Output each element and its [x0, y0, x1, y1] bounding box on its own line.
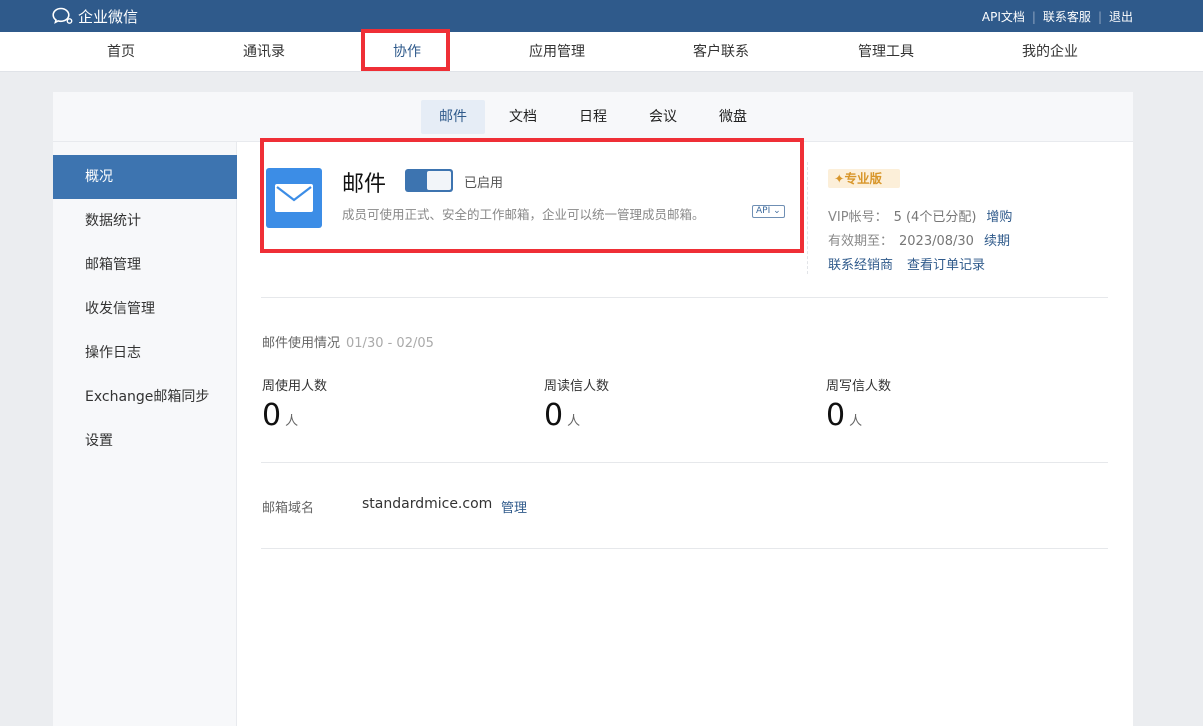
- sidebar-item-exchange[interactable]: Exchange邮箱同步: [53, 375, 237, 419]
- nav-contacts[interactable]: 通讯录: [243, 32, 285, 72]
- sidebar-item-settings[interactable]: 设置: [53, 419, 237, 463]
- vip-account-value: 5 (4个已分配): [893, 210, 977, 225]
- sidebar-item-overview[interactable]: 概况: [53, 155, 237, 199]
- support-link[interactable]: 联系客服: [1043, 8, 1091, 25]
- order-records-link[interactable]: 查看订单记录: [907, 258, 985, 273]
- nav-tools[interactable]: 管理工具: [858, 32, 914, 72]
- nav-home[interactable]: 首页: [107, 32, 135, 72]
- stat-label: 周使用人数: [262, 379, 328, 394]
- sub-nav: 邮件 文档 日程 会议 微盘: [53, 92, 1133, 142]
- tab-schedule[interactable]: 日程: [561, 100, 625, 134]
- toggle-knob: [427, 171, 451, 190]
- usage-date-range: 01/30 - 02/05: [346, 336, 434, 351]
- mail-title: 邮件: [342, 172, 387, 197]
- sparkle-icon: ✦: [834, 171, 845, 186]
- app-name: 企业微信: [78, 7, 139, 26]
- wecom-logo-icon: [52, 7, 73, 24]
- stat-unit: 人: [285, 414, 299, 429]
- stat-weekly-writers: 周写信人数 0人: [826, 375, 891, 433]
- section-divider: [261, 297, 1108, 298]
- nav-apps[interactable]: 应用管理: [529, 32, 585, 72]
- domain-manage-link[interactable]: 管理: [501, 497, 527, 516]
- nav-company[interactable]: 我的企业: [1022, 32, 1078, 72]
- badge-label: 专业版: [844, 171, 882, 186]
- main-nav: 首页 通讯录 协作 应用管理 客户联系 管理工具 我的企业: [0, 32, 1203, 72]
- buy-more-link[interactable]: 增购: [986, 210, 1012, 225]
- stat-weekly-readers: 周读信人数 0人: [544, 375, 609, 433]
- vertical-divider: [807, 162, 808, 274]
- valid-until-label: 有效期至：: [828, 234, 894, 249]
- vip-links-row: 联系经销商 查看订单记录: [828, 254, 999, 273]
- tab-meeting[interactable]: 会议: [631, 100, 695, 134]
- tab-mail[interactable]: 邮件: [421, 100, 485, 134]
- stat-weekly-users: 周使用人数 0人: [262, 375, 327, 433]
- usage-title-row: 邮件使用情况 01/30 - 02/05: [262, 332, 434, 351]
- app-logo[interactable]: 企业微信: [52, 6, 138, 26]
- mail-description: 成员可使用正式、安全的工作邮箱，企业可以统一管理成员邮箱。: [342, 207, 705, 222]
- valid-until-value: 2023/08/30: [899, 234, 974, 249]
- content-card: 邮件 文档 日程 会议 微盘 概况 数据统计 邮箱管理 收发信管理 操作日志 E…: [53, 92, 1133, 726]
- vip-validity-row: 有效期至： 2023/08/30 续期: [828, 230, 1010, 249]
- api-docs-link[interactable]: API文档: [982, 8, 1025, 25]
- tab-disk[interactable]: 微盘: [701, 100, 765, 134]
- vip-accounts-row: VIP帐号： 5 (4个已分配) 增购: [828, 206, 1012, 225]
- mail-app-icon: [266, 168, 322, 228]
- domain-label: 邮箱域名: [262, 501, 315, 516]
- mail-status: 已启用: [464, 176, 504, 191]
- stat-unit: 人: [567, 414, 581, 429]
- sidebar-item-mailbox[interactable]: 邮箱管理: [53, 243, 237, 287]
- contact-dealer-link[interactable]: 联系经销商: [828, 258, 893, 273]
- stat-value: 0: [544, 398, 564, 433]
- stat-label: 周读信人数: [544, 379, 610, 394]
- stat-label: 周写信人数: [826, 379, 892, 394]
- active-tab-indicator: [364, 68, 448, 71]
- section-divider: [261, 462, 1108, 463]
- sidebar-item-send-receive[interactable]: 收发信管理: [53, 287, 237, 331]
- stat-unit: 人: [849, 414, 863, 429]
- top-bar: 企业微信 API文档 | 联系客服 | 退出: [0, 0, 1203, 32]
- sidebar-item-log[interactable]: 操作日志: [53, 331, 237, 375]
- nav-collab[interactable]: 协作: [393, 32, 421, 72]
- section-divider: [261, 548, 1108, 549]
- stat-value: 0: [826, 398, 846, 433]
- tab-docs[interactable]: 文档: [491, 100, 555, 134]
- divider: |: [1097, 9, 1102, 24]
- envelope-icon: [275, 184, 313, 212]
- usage-title: 邮件使用情况: [262, 336, 341, 351]
- renew-link[interactable]: 续期: [984, 234, 1010, 249]
- sidebar: 概况 数据统计 邮箱管理 收发信管理 操作日志 Exchange邮箱同步 设置: [53, 142, 237, 726]
- stat-value: 0: [262, 398, 282, 433]
- domain-value: standardmice.com: [362, 496, 493, 512]
- logout-link[interactable]: 退出: [1109, 8, 1133, 25]
- divider: |: [1031, 9, 1036, 24]
- sidebar-item-stats[interactable]: 数据统计: [53, 199, 237, 243]
- top-links: API文档 | 联系客服 | 退出: [982, 8, 1133, 25]
- vip-account-label: VIP帐号：: [828, 210, 888, 225]
- nav-customer[interactable]: 客户联系: [693, 32, 749, 72]
- mail-enable-toggle[interactable]: [405, 169, 453, 192]
- pro-edition-badge: ✦专业版: [828, 169, 900, 188]
- api-dropdown[interactable]: API ⌄: [752, 205, 785, 218]
